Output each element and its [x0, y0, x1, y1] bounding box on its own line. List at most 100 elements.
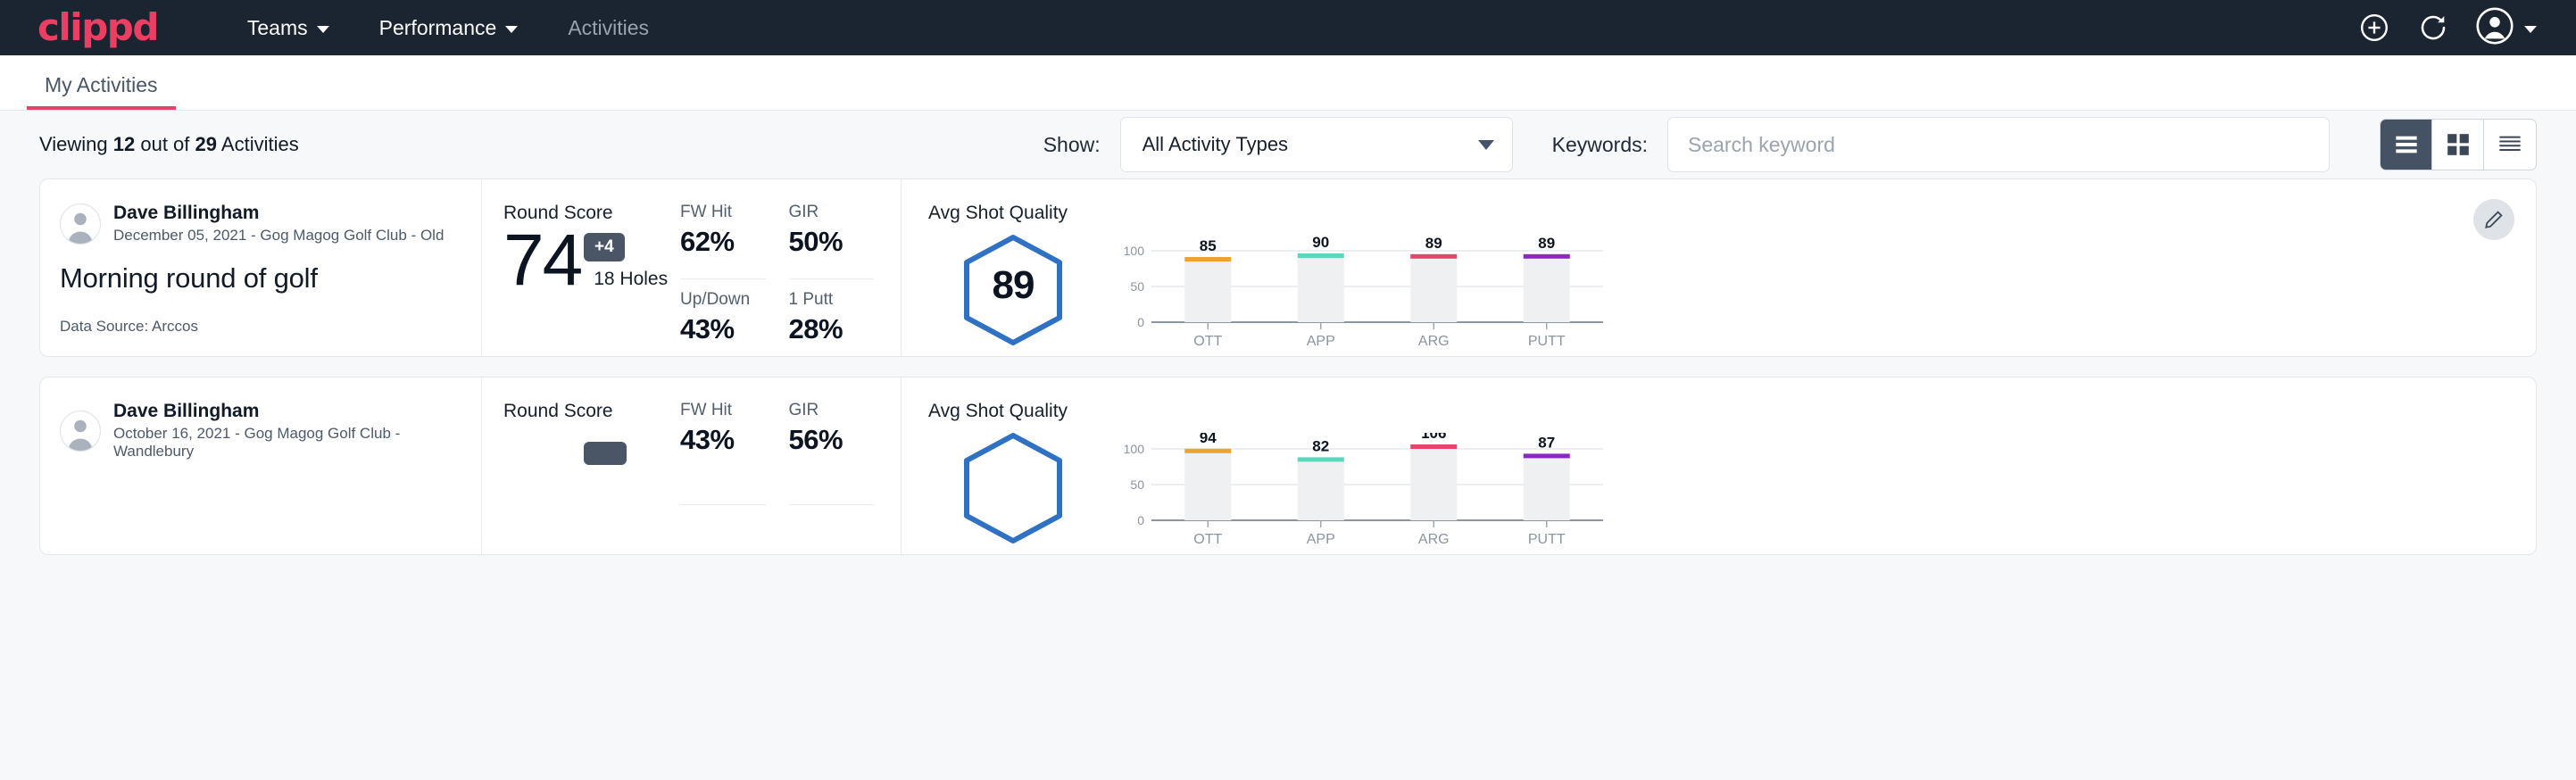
viewing-prefix: Viewing — [39, 133, 113, 155]
svg-text:100: 100 — [1124, 442, 1145, 456]
stat-gir: GIR 50% — [789, 203, 875, 279]
svg-text:89: 89 — [1538, 235, 1555, 252]
activity-card[interactable]: Dave Billingham October 16, 2021 - Gog M… — [39, 377, 2537, 555]
avg-shot-quality-label: Avg Shot Quality — [928, 401, 2536, 422]
activity-card[interactable]: Dave Billingham December 05, 2021 - Gog … — [39, 178, 2537, 357]
stat-gir-value: 56% — [789, 424, 875, 456]
activity-info-column: Dave Billingham December 05, 2021 - Gog … — [40, 179, 482, 356]
list-view-icon — [2394, 134, 2419, 155]
grid-view-icon — [2447, 133, 2470, 156]
clippd-logo[interactable]: clippd — [37, 9, 158, 46]
svg-text:87: 87 — [1538, 434, 1555, 451]
svg-text:APP: APP — [1307, 532, 1335, 547]
nav-item-teams[interactable]: Teams — [222, 16, 354, 40]
activity-date-course: December 05, 2021 - Gog Magog Golf Club … — [113, 227, 444, 245]
nav-item-performance-label: Performance — [379, 16, 497, 40]
avg-shot-quality-column: Avg Shot Quality 05010094OTT82APP106ARG8… — [902, 378, 2536, 554]
activity-identity-row: Dave Billingham December 05, 2021 - Gog … — [60, 203, 454, 245]
score-to-par-badge: +4 — [584, 233, 625, 261]
activity-title: Morning round of golf — [60, 262, 454, 295]
view-mode-list-button[interactable] — [2381, 120, 2432, 170]
pencil-icon — [2483, 209, 2505, 230]
edit-activity-button[interactable] — [2473, 199, 2514, 240]
player-name: Dave Billingham — [113, 203, 444, 224]
stat-gir: GIR 56% — [789, 401, 875, 505]
keywords-label: Keywords: — [1552, 133, 1648, 157]
activity-type-select[interactable]: All Activity Types — [1120, 117, 1513, 172]
stat-fw-hit-value: 62% — [680, 226, 766, 258]
show-label: Show: — [1043, 133, 1101, 157]
stat-gir-value: 50% — [789, 226, 875, 258]
svg-text:ARG: ARG — [1418, 334, 1450, 349]
plus-circle-icon[interactable] — [2358, 12, 2390, 44]
chevron-down-icon — [1478, 140, 1494, 150]
shot-quality-bar-chart-2: 05010094OTT82APP106ARG87PUTT — [1110, 433, 1610, 551]
svg-text:89: 89 — [1425, 235, 1442, 252]
activity-identity-row: Dave Billingham October 16, 2021 - Gog M… — [60, 401, 454, 461]
quality-hexagon: 89 — [928, 229, 1098, 347]
stat-up-down-label: Up/Down — [680, 290, 766, 310]
tab-my-activities[interactable]: My Activities — [39, 73, 163, 110]
svg-text:82: 82 — [1312, 437, 1329, 454]
round-score-value: 74 — [503, 226, 581, 295]
holes-count: 18 Holes — [594, 269, 668, 295]
svg-text:50: 50 — [1130, 477, 1144, 492]
avg-shot-quality-body: 89 05010085OTT90APP89ARG89PUTT — [928, 229, 2536, 357]
round-score-row: 74 +4 18 Holes — [503, 226, 680, 295]
compact-view-icon — [2497, 134, 2522, 155]
viewing-total: 29 — [195, 133, 217, 155]
nav-item-performance[interactable]: Performance — [354, 16, 544, 40]
svg-text:85: 85 — [1200, 237, 1217, 254]
account-menu[interactable] — [2476, 7, 2537, 49]
tab-bar: My Activities — [0, 55, 2576, 111]
round-score-label: Round Score — [503, 401, 680, 422]
avg-shot-quality-body: 05010094OTT82APP106ARG87PUTT — [928, 427, 2536, 555]
svg-text:PUTT: PUTT — [1528, 334, 1566, 349]
player-name: Dave Billingham — [113, 401, 454, 422]
svg-text:PUTT: PUTT — [1528, 532, 1566, 547]
svg-text:106: 106 — [1421, 433, 1446, 442]
view-mode-toggle-group — [2380, 119, 2537, 170]
nav-item-activities[interactable]: Activities — [543, 16, 674, 40]
search-input[interactable] — [1688, 133, 2309, 157]
stat-up-down: Up/Down 43% — [680, 290, 766, 357]
stat-fw-hit: FW Hit 43% — [680, 401, 766, 505]
quality-hexagon — [928, 427, 1098, 545]
avg-shot-quality-column: Avg Shot Quality 89 05010085OTT90APP89AR… — [902, 179, 2536, 356]
viewing-suffix: Activities — [217, 133, 299, 155]
avatar — [60, 203, 101, 245]
stat-one-putt: 1 Putt 28% — [789, 290, 875, 357]
activity-data-source: Data Source: Arccos — [60, 318, 454, 336]
top-navbar: clippd Teams Performance Activities — [0, 0, 2576, 55]
stat-fw-hit-label: FW Hit — [680, 401, 766, 420]
search-keyword-box[interactable] — [1667, 117, 2330, 172]
activity-date-course: October 16, 2021 - Gog Magog Golf Club -… — [113, 425, 454, 461]
view-mode-grid-button[interactable] — [2432, 120, 2484, 170]
activity-card-list: Dave Billingham December 05, 2021 - Gog … — [0, 178, 2576, 555]
round-stats-column: FW Hit 43% GIR 56% — [680, 378, 902, 554]
svg-text:50: 50 — [1130, 279, 1144, 294]
toolbar-controls: Show: All Activity Types Keywords: — [1043, 117, 2537, 172]
stat-fw-hit: FW Hit 62% — [680, 203, 766, 279]
chevron-down-icon — [2524, 26, 2537, 33]
activity-info-column: Dave Billingham October 16, 2021 - Gog M… — [40, 378, 482, 554]
avatar — [60, 411, 101, 452]
view-mode-compact-button[interactable] — [2484, 120, 2536, 170]
round-score-column: Round Score — [482, 378, 680, 554]
avg-shot-quality-label: Avg Shot Quality — [928, 203, 2536, 224]
quality-score-value: 89 — [960, 233, 1066, 338]
nav-item-activities-label: Activities — [568, 16, 649, 40]
svg-text:OTT: OTT — [1193, 334, 1222, 349]
hexagon-icon — [960, 431, 1066, 545]
svg-text:0: 0 — [1137, 315, 1144, 329]
stat-one-putt-value: 28% — [789, 313, 875, 345]
stat-gir-label: GIR — [789, 203, 875, 222]
svg-text:APP: APP — [1307, 334, 1335, 349]
svg-text:90: 90 — [1312, 235, 1329, 251]
shot-quality-bar-chart-1: 05010085OTT90APP89ARG89PUTT — [1110, 235, 1610, 353]
svg-text:0: 0 — [1137, 513, 1144, 527]
score-to-par-badge — [584, 442, 627, 465]
account-avatar-icon — [2476, 7, 2514, 49]
stat-fw-hit-value: 43% — [680, 424, 766, 456]
refresh-icon[interactable] — [2417, 12, 2449, 44]
